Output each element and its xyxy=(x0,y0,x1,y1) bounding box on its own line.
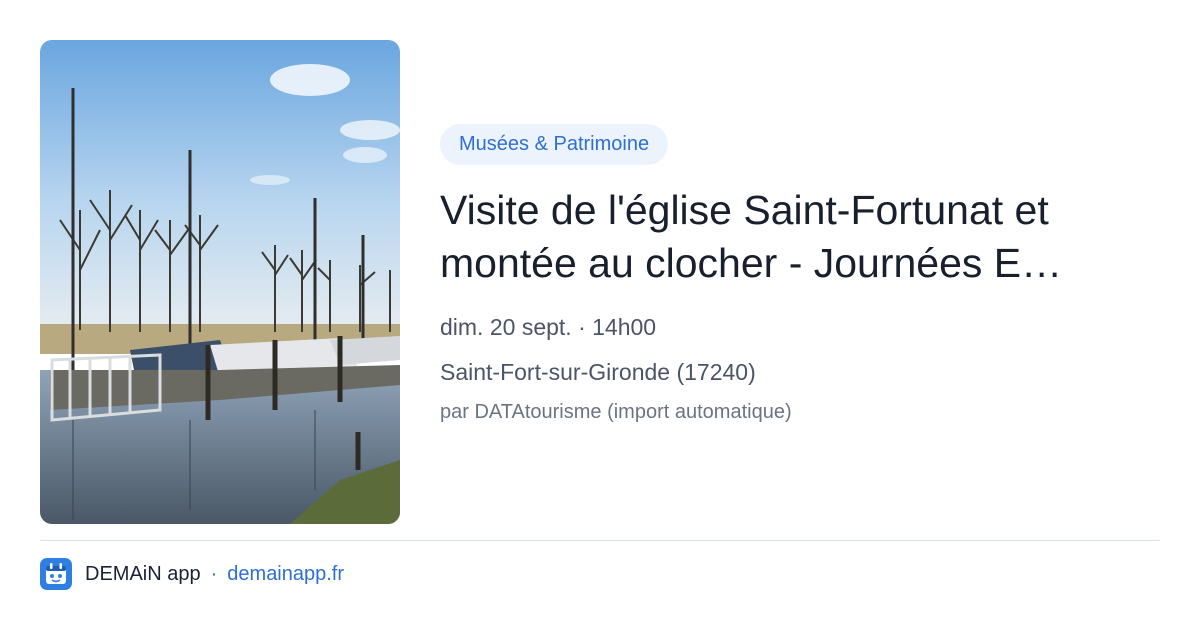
event-title[interactable]: Visite de l'église Saint-Fortunat et mon… xyxy=(440,184,1140,290)
event-details: Musées & Patrimoine Visite de l'église S… xyxy=(440,124,1160,426)
footer-separator: · xyxy=(210,562,218,585)
event-source: par DATAtourisme (import automatique) xyxy=(440,401,792,423)
app-name: DEMAiN app xyxy=(85,562,201,585)
event-photo xyxy=(40,40,400,524)
event-datetime: dim. 20 sept. · 14h00 xyxy=(440,314,657,340)
footer-divider xyxy=(40,540,1160,541)
event-card[interactable]: Musées & Patrimoine Visite de l'église S… xyxy=(0,0,1200,630)
category-tag[interactable]: Musées & Patrimoine xyxy=(440,124,669,165)
marina-photo xyxy=(40,40,400,524)
footer: DEMAiN app · demainapp.fr xyxy=(40,558,344,590)
event-location: Saint-Fort-sur-Gironde (17240) xyxy=(440,359,756,385)
demain-app-icon xyxy=(40,558,72,590)
domain-link[interactable]: demainapp.fr xyxy=(227,563,344,586)
